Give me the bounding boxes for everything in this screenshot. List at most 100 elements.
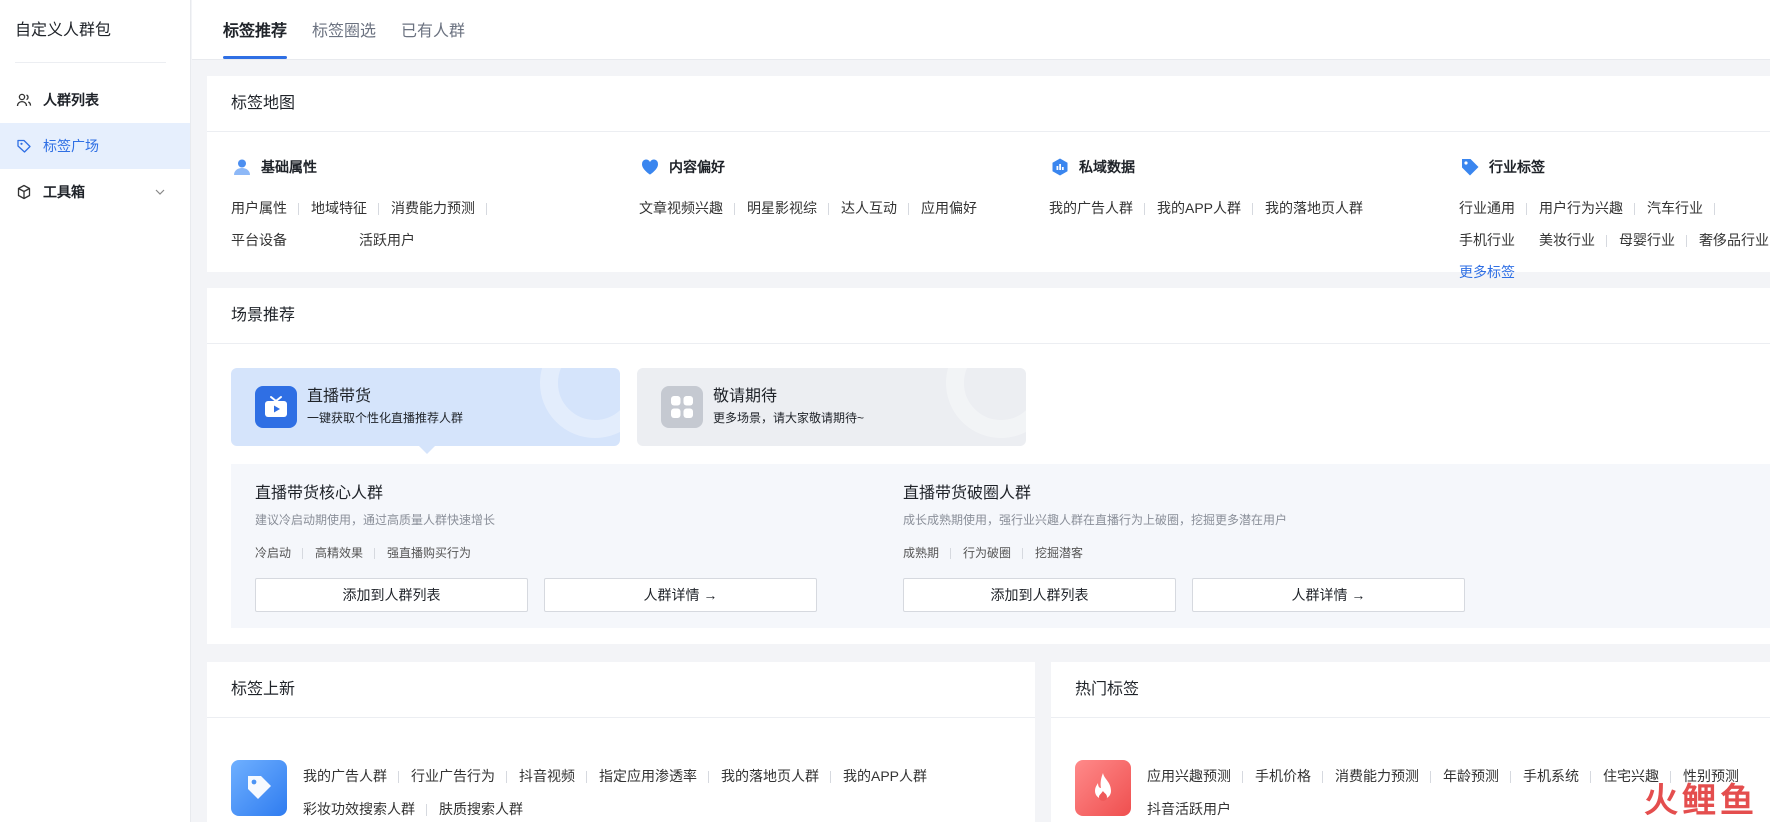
- sidebar-item-crowd-list[interactable]: 人群列表: [0, 77, 190, 123]
- scene-detail-panel: 直播带货核心人群 建议冷启动期使用，通过高质量人群快速增长 冷启动 高精效果 强…: [231, 464, 1770, 628]
- crowd-tag: 挖掘潜客: [1035, 546, 1084, 560]
- crowd-desc: 建议冷启动期使用，通过高质量人群快速增长: [255, 513, 496, 527]
- tag-link[interactable]: 抖音活跃用户: [1147, 793, 1243, 822]
- crowd-tags: 冷启动 高精效果 强直播购买行为: [255, 538, 833, 568]
- tag-list: 行业通用 用户行为兴趣 汽车行业 手机行业 美妆行业 母婴行业 奢侈品行业 更多…: [1459, 192, 1770, 288]
- tag-link[interactable]: 奢侈品行业: [1699, 224, 1770, 256]
- crowd-title: 直播带货核心人群: [255, 485, 384, 502]
- sidebar-item-toolbox[interactable]: 工具箱: [0, 169, 190, 215]
- add-to-crowd-list-button[interactable]: 添加到人群列表: [903, 578, 1176, 612]
- chart-icon: [1049, 156, 1071, 178]
- tag-link[interactable]: 母婴行业: [1619, 224, 1687, 256]
- scene-subtitle: 更多场景，请大家敬请期待~: [713, 411, 865, 425]
- tag-link[interactable]: 我的落地页人群: [1265, 192, 1375, 224]
- crowd-tags: 成熟期 行为破圈 挖掘潜客: [903, 538, 1481, 568]
- new-tags-title: 标签上新: [207, 662, 1035, 718]
- tag-icon: [16, 138, 32, 154]
- scene-name: 敬请期待: [713, 388, 778, 405]
- tag-box-icon: [231, 760, 287, 816]
- crowd-tag: 行为破圈: [963, 538, 1024, 568]
- crowd-desc: 成长成熟期使用，强行业兴趣人群在直播行为上破圈，挖掘更多潜在用户: [903, 513, 1288, 527]
- tag-link[interactable]: 手机价格: [1255, 760, 1323, 793]
- more-tags-link[interactable]: 更多标签: [1459, 256, 1527, 288]
- tab-tag-recommend[interactable]: 标签推荐: [223, 0, 288, 59]
- tag-link[interactable]: 手机系统: [1523, 760, 1591, 793]
- crowd-title: 直播带货破圈人群: [903, 485, 1032, 502]
- tag-link[interactable]: 我的APP人群: [843, 760, 939, 793]
- tag-link[interactable]: 文章视频兴趣: [639, 192, 735, 224]
- tag-link[interactable]: 行业广告行为: [411, 760, 507, 793]
- chevron-down-icon[interactable]: [155, 187, 165, 197]
- sidebar-item-label: 人群列表: [43, 92, 99, 108]
- box-icon: [16, 184, 32, 200]
- tag-group-title: 私域数据: [1079, 159, 1135, 175]
- tab-existing-crowd[interactable]: 已有人群: [401, 0, 465, 59]
- tag-link[interactable]: 我的落地页人群: [721, 760, 831, 793]
- tag-group-private: 私域数据 我的广告人群 我的APP人群 我的落地页人群: [1049, 156, 1429, 224]
- tag-link[interactable]: 汽车行业: [1647, 192, 1715, 224]
- tag-link[interactable]: 应用偏好: [921, 192, 989, 224]
- scene-subtitle: 一键获取个性化直播推荐人群: [307, 411, 464, 425]
- hot-tags-title: 热门标签: [1051, 662, 1770, 718]
- tag-link[interactable]: 消费能力预测: [391, 192, 487, 224]
- tag-link[interactable]: 平台设备: [231, 224, 299, 256]
- tag-link[interactable]: 用户行为兴趣: [1539, 192, 1635, 224]
- tag-link[interactable]: 消费能力预测: [1335, 760, 1431, 793]
- tag-link[interactable]: 彩妆功效搜索人群: [303, 793, 427, 822]
- tag-group-industry: 行业标签 行业通用 用户行为兴趣 汽车行业 手机行业 美妆行业 母婴行业 奢侈品…: [1459, 156, 1770, 288]
- top-tab-bar: 标签推荐 标签圈选 已有人群: [192, 0, 1770, 60]
- tag-list: 用户属性 地域特征 消费能力预测 平台设备 活跃用户: [231, 192, 611, 256]
- sidebar-item-label: 标签广场: [43, 138, 99, 154]
- crowd-detail-button[interactable]: 人群详情 →: [544, 578, 817, 612]
- price-tag-icon: [1459, 156, 1481, 178]
- tag-link[interactable]: 地域特征: [311, 192, 379, 224]
- new-tags-list: 我的广告人群 行业广告行为 抖音视频 指定应用渗透率 我的落地页人群 我的APP…: [303, 760, 1003, 822]
- tag-link[interactable]: 美妆行业: [1539, 224, 1607, 256]
- fire-icon: [1075, 760, 1131, 816]
- sidebar-divider: [15, 62, 166, 63]
- tag-link[interactable]: 用户属性: [231, 192, 299, 224]
- users-icon: [16, 92, 32, 108]
- scene-coming-soon[interactable]: 敬请期待 更多场景，请大家敬请期待~: [637, 368, 1026, 446]
- sidebar: 自定义人群包 人群列表 标签广场 工具箱: [0, 0, 191, 822]
- tag-link[interactable]: 指定应用渗透率: [599, 760, 709, 793]
- user-icon: [231, 156, 253, 178]
- tag-list: 文章视频兴趣 明星影视综 达人互动 应用偏好: [639, 192, 1019, 224]
- scene-card: 场景推荐 直播带货 一键获取个性化直播推荐人群 敬请期待 更多场景，请大家敬请期…: [207, 288, 1770, 644]
- add-to-crowd-list-button[interactable]: 添加到人群列表: [255, 578, 528, 612]
- scene-title: 场景推荐: [207, 288, 1770, 344]
- tag-group-title: 基础属性: [261, 159, 317, 175]
- tag-link[interactable]: 年龄预测: [1443, 760, 1511, 793]
- tag-group-basic: 基础属性 用户属性 地域特征 消费能力预测 平台设备 活跃用户: [231, 156, 611, 256]
- tag-link[interactable]: 应用兴趣预测: [1147, 760, 1243, 793]
- scene-live-commerce[interactable]: 直播带货 一键获取个性化直播推荐人群: [231, 368, 620, 446]
- tag-list: 我的广告人群 我的APP人群 我的落地页人群: [1049, 192, 1429, 224]
- tag-link[interactable]: 肤质搜索人群: [439, 793, 535, 822]
- tag-link[interactable]: 活跃用户: [359, 224, 427, 256]
- tag-link[interactable]: 抖音视频: [519, 760, 587, 793]
- tab-tag-select[interactable]: 标签圈选: [312, 0, 376, 59]
- tag-link[interactable]: 达人互动: [841, 192, 909, 224]
- tag-link[interactable]: 行业通用: [1459, 192, 1527, 224]
- tag-link[interactable]: 我的广告人群: [1049, 192, 1145, 224]
- crowd-core: 直播带货核心人群 建议冷启动期使用，通过高质量人群快速增长 冷启动 高精效果 强…: [255, 480, 833, 612]
- scene-pointer: [419, 446, 435, 454]
- tag-link[interactable]: 我的广告人群: [303, 760, 399, 793]
- tv-play-icon: [255, 386, 297, 428]
- heart-icon: [639, 156, 661, 178]
- crowd-tag: 冷启动: [255, 538, 304, 568]
- grid-icon: [661, 386, 703, 428]
- tag-link[interactable]: 我的APP人群: [1157, 192, 1254, 224]
- sidebar-item-tag-square[interactable]: 标签广场: [0, 123, 190, 169]
- sidebar-title: 自定义人群包: [15, 22, 112, 39]
- new-tags-card: 标签上新 我的广告人群 行业广告行为 抖音视频 指定应用渗透率 我的落地页人群 …: [207, 662, 1035, 822]
- scene-name: 直播带货: [307, 388, 372, 405]
- tag-map-card: 标签地图 基础属性 用户属性 地域特征 消费能力预测 平台设备 活跃用户 内容偏…: [207, 76, 1770, 280]
- crowd-tag: 成熟期: [903, 538, 952, 568]
- crowd-tag: 高精效果: [315, 538, 376, 568]
- tag-link[interactable]: 手机行业: [1459, 224, 1527, 256]
- tag-group-title: 内容偏好: [669, 159, 725, 175]
- tag-link[interactable]: 明星影视综: [747, 192, 829, 224]
- crowd-tag: 强直播购买行为: [387, 546, 472, 560]
- crowd-detail-button[interactable]: 人群详情 →: [1192, 578, 1465, 612]
